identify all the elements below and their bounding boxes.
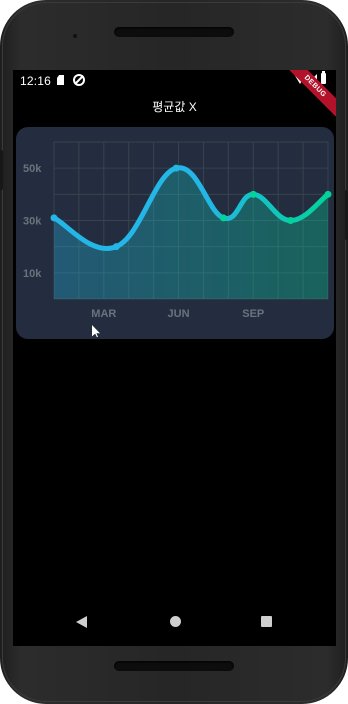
- app-bar-title: 평균값 X: [152, 100, 197, 114]
- chart-data-point: [249, 190, 257, 198]
- x-axis-tick-label: MAR: [91, 308, 116, 320]
- x-axis-tick-label: SEP: [242, 308, 264, 320]
- navigation-bar: [13, 608, 336, 638]
- chart-card: 10k 30k 50k MAR JUN SEP: [16, 127, 334, 339]
- front-camera: [73, 34, 77, 38]
- volume-button: [0, 150, 3, 190]
- chart-data-point: [172, 164, 180, 172]
- area-layer: [54, 167, 328, 299]
- home-button[interactable]: [170, 616, 181, 627]
- chart-data-point: [287, 217, 295, 224]
- line-chart: 10k 30k 50k MAR JUN SEP: [23, 141, 332, 320]
- screen: 12:16 DEBUG 평균값 X 10k 30k 50k MAR JUN SE…: [13, 70, 336, 646]
- chart-data-point: [219, 214, 227, 222]
- y-axis-tick-label: 50k: [23, 163, 42, 175]
- status-bar: 12:16 DEBUG: [13, 70, 336, 123]
- status-time: 12:16: [20, 74, 52, 88]
- chart-data-point: [112, 243, 120, 251]
- y-axis-tick-label: 30k: [23, 216, 42, 228]
- phone-frame: 12:16 DEBUG 평균값 X 10k 30k 50k MAR JUN SE…: [0, 0, 348, 704]
- chart-data-point: [50, 214, 58, 222]
- chart-area-fill: [54, 167, 328, 299]
- recents-button[interactable]: [261, 616, 272, 627]
- top-speaker: [114, 27, 234, 37]
- battery-icon: [321, 71, 326, 84]
- back-button[interactable]: [76, 616, 87, 628]
- x-axis-tick-label: JUN: [168, 308, 190, 320]
- bottom-speaker: [114, 661, 234, 671]
- y-axis-tick-label: 10k: [23, 268, 42, 280]
- sync-icon: [73, 74, 85, 86]
- sd-card-icon: [57, 75, 64, 85]
- chart-data-point: [324, 190, 332, 198]
